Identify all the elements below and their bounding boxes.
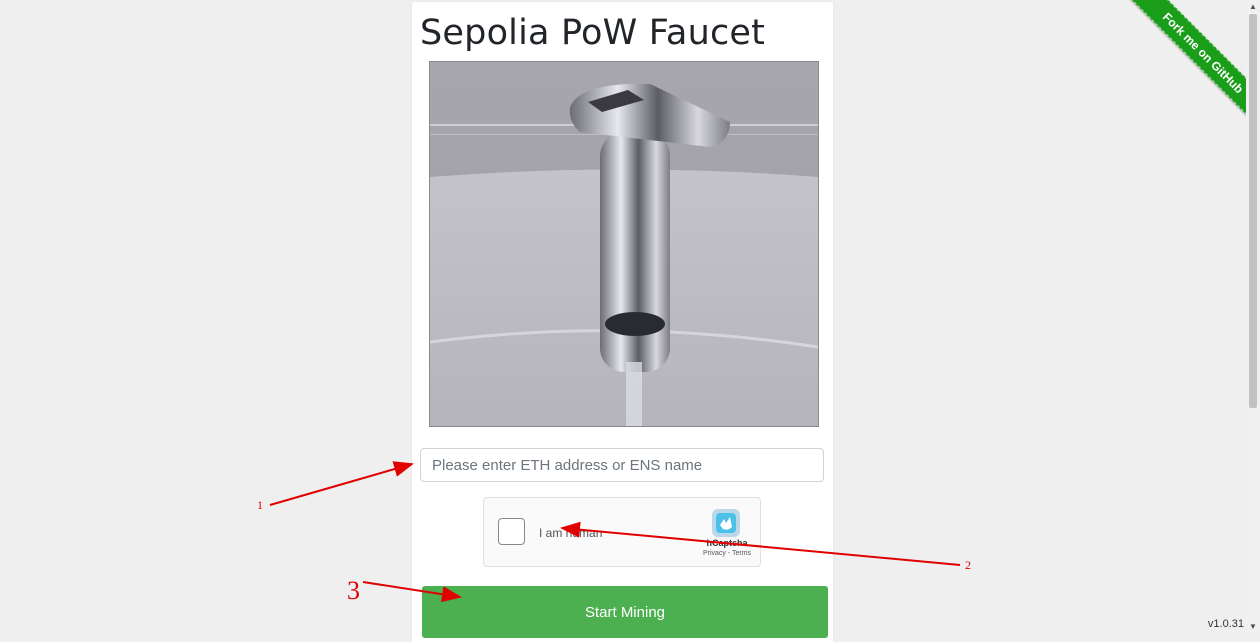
hcaptcha-brand: hCaptcha bbox=[706, 538, 748, 548]
annotation-label-1: 1 bbox=[257, 498, 263, 512]
github-ribbon-container: Fork me on GitHub bbox=[1096, 0, 1246, 150]
annotation-label-3: 3 bbox=[347, 576, 360, 605]
fork-on-github-link[interactable]: Fork me on GitHub bbox=[1112, 0, 1246, 144]
captcha-label: I am human bbox=[539, 526, 603, 540]
captcha-checkbox[interactable] bbox=[498, 518, 525, 545]
annotation-label-2: 2 bbox=[965, 558, 971, 572]
hcaptcha-widget: I am human hCaptcha Privacy - Terms bbox=[483, 497, 761, 567]
annotation-arrow-1 bbox=[269, 461, 414, 506]
faucet-photo bbox=[430, 62, 818, 426]
scroll-down-arrow-icon[interactable]: ▼ bbox=[1246, 620, 1260, 634]
faucet-card: Sepolia PoW Faucet Please enter ETH addr… bbox=[412, 2, 833, 642]
hcaptcha-links[interactable]: Privacy - Terms bbox=[692, 550, 762, 557]
faucet-image bbox=[429, 61, 819, 427]
version-label: v1.0.31 bbox=[1207, 618, 1244, 630]
eth-address-input[interactable] bbox=[420, 448, 824, 482]
scroll-up-arrow-icon[interactable]: ▲ bbox=[1246, 0, 1260, 14]
start-mining-button[interactable]: Start Mining bbox=[422, 586, 828, 638]
hcaptcha-logo-icon bbox=[712, 509, 740, 537]
vertical-scrollbar[interactable]: ▲ ▼ bbox=[1246, 0, 1260, 634]
scroll-thumb[interactable] bbox=[1249, 14, 1257, 408]
page-title: Sepolia PoW Faucet bbox=[420, 13, 766, 53]
